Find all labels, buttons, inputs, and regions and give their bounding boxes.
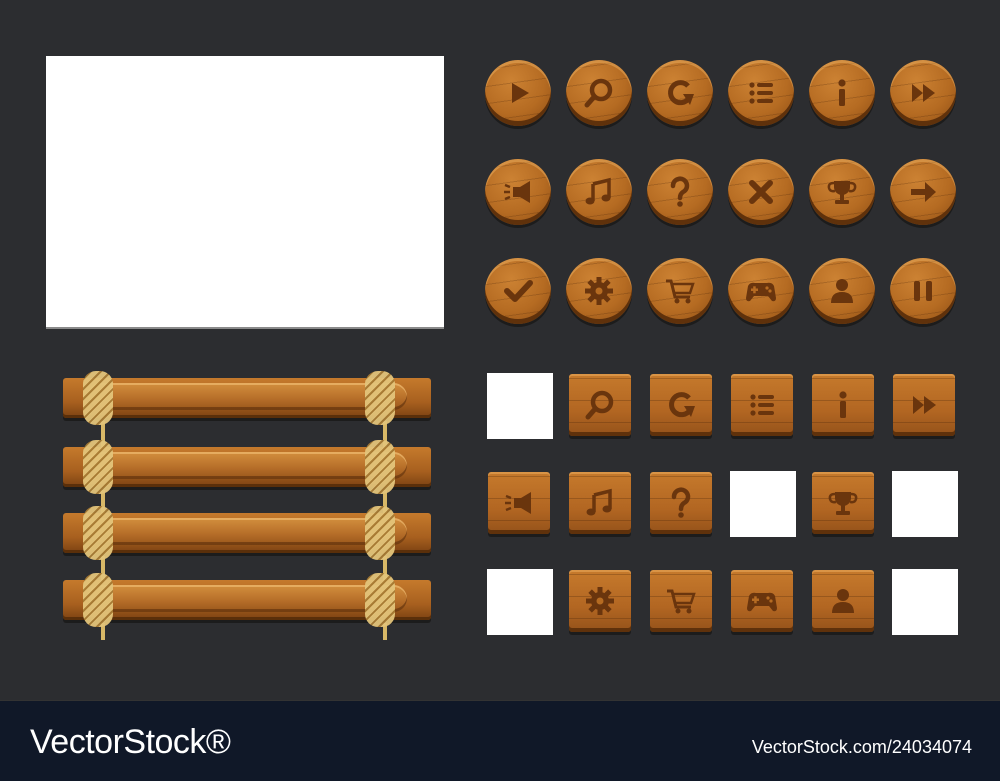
square-button-list-menu[interactable] <box>731 374 793 436</box>
rope-knot <box>83 506 113 560</box>
round-button-user-profile[interactable] <box>809 258 875 324</box>
question-mark-icon <box>671 487 691 518</box>
round-button-question-mark[interactable] <box>647 159 713 225</box>
round-button-arrow-right[interactable] <box>890 159 956 225</box>
blank-square-placeholder <box>892 471 958 537</box>
restart-arrow-icon <box>668 80 694 106</box>
plank-bar[interactable] <box>63 440 431 494</box>
sound-speaker-icon <box>504 181 530 203</box>
square-button-music-note[interactable] <box>569 472 631 534</box>
plank-bar-fill <box>87 518 407 545</box>
round-button-gamepad[interactable] <box>728 258 794 324</box>
plank-bar-fill <box>87 383 407 410</box>
asset-sheet <box>0 0 1000 700</box>
blank-square-placeholder <box>892 569 958 635</box>
round-button-close-x[interactable] <box>728 159 794 225</box>
rope-knot <box>83 573 113 627</box>
gamepad-icon <box>747 592 777 612</box>
square-button-shopping-cart[interactable] <box>650 570 712 632</box>
magnifier-icon <box>585 390 614 420</box>
user-profile-icon <box>831 279 853 303</box>
info-icon <box>838 79 846 106</box>
square-button-gamepad[interactable] <box>731 570 793 632</box>
plank-bar[interactable] <box>63 506 431 560</box>
square-button-gear[interactable] <box>569 570 631 632</box>
round-button-info[interactable] <box>809 60 875 126</box>
gamepad-icon <box>746 282 776 302</box>
shopping-cart-icon <box>666 279 695 304</box>
rope-knot <box>83 440 113 494</box>
square-button-trophy[interactable] <box>812 472 874 534</box>
restart-arrow-icon <box>669 392 695 418</box>
list-menu-icon <box>749 82 773 104</box>
brand-id-text: VectorStock.com/24034074 <box>751 737 972 757</box>
round-button-music-note[interactable] <box>566 159 632 225</box>
round-button-shopping-cart[interactable] <box>647 258 713 324</box>
plank-bar[interactable] <box>63 573 431 627</box>
sound-speaker-icon <box>505 492 531 514</box>
rope-knot <box>83 371 113 425</box>
round-button-restart-arrow[interactable] <box>647 60 713 126</box>
square-button-magnifier[interactable] <box>569 374 631 436</box>
checkmark-icon <box>504 280 533 302</box>
magnifier-icon <box>584 78 613 108</box>
close-x-icon <box>749 180 773 204</box>
question-mark-icon <box>670 176 690 207</box>
rope-knot <box>365 506 395 560</box>
rope-knot <box>365 440 395 494</box>
round-button-fast-forward[interactable] <box>890 60 956 126</box>
rope-knot <box>365 371 395 425</box>
list-menu-icon <box>750 394 774 416</box>
gear-icon <box>585 277 613 305</box>
trophy-icon <box>827 181 857 204</box>
blank-square-placeholder <box>487 569 553 635</box>
shopping-cart-icon <box>667 589 696 614</box>
pause-icon <box>914 281 932 301</box>
music-note-icon <box>585 177 611 205</box>
gear-icon <box>586 587 614 615</box>
arrow-right-icon <box>911 182 936 202</box>
fast-forward-icon <box>913 396 936 414</box>
square-button-user-profile[interactable] <box>812 570 874 632</box>
round-button-play[interactable] <box>485 60 551 126</box>
user-profile-icon <box>832 589 854 613</box>
plank-bar-fill <box>87 585 407 612</box>
round-button-checkmark[interactable] <box>485 258 551 324</box>
rope-knot <box>365 573 395 627</box>
square-button-question-mark[interactable] <box>650 472 712 534</box>
fast-forward-icon <box>912 84 935 102</box>
plank-bar-fill <box>87 452 407 479</box>
square-button-restart-arrow[interactable] <box>650 374 712 436</box>
plank-bar[interactable] <box>63 371 431 425</box>
square-button-info[interactable] <box>812 374 874 436</box>
watermark-footer: VectorStock® VectorStock.com/24034074 <box>0 700 1000 781</box>
music-note-icon <box>586 488 612 516</box>
trophy-icon <box>828 492 858 515</box>
blank-window-panel <box>46 56 444 327</box>
round-button-trophy[interactable] <box>809 159 875 225</box>
play-icon <box>512 83 529 103</box>
square-button-sound-speaker[interactable] <box>488 472 550 534</box>
round-button-list-menu[interactable] <box>728 60 794 126</box>
info-icon <box>839 391 847 418</box>
square-button-fast-forward[interactable] <box>893 374 955 436</box>
brand-logo-text: VectorStock® <box>30 723 231 761</box>
blank-square-placeholder <box>730 471 796 537</box>
blank-square-placeholder <box>487 373 553 439</box>
round-button-magnifier[interactable] <box>566 60 632 126</box>
round-button-sound-speaker[interactable] <box>485 159 551 225</box>
round-button-pause[interactable] <box>890 258 956 324</box>
round-button-gear[interactable] <box>566 258 632 324</box>
